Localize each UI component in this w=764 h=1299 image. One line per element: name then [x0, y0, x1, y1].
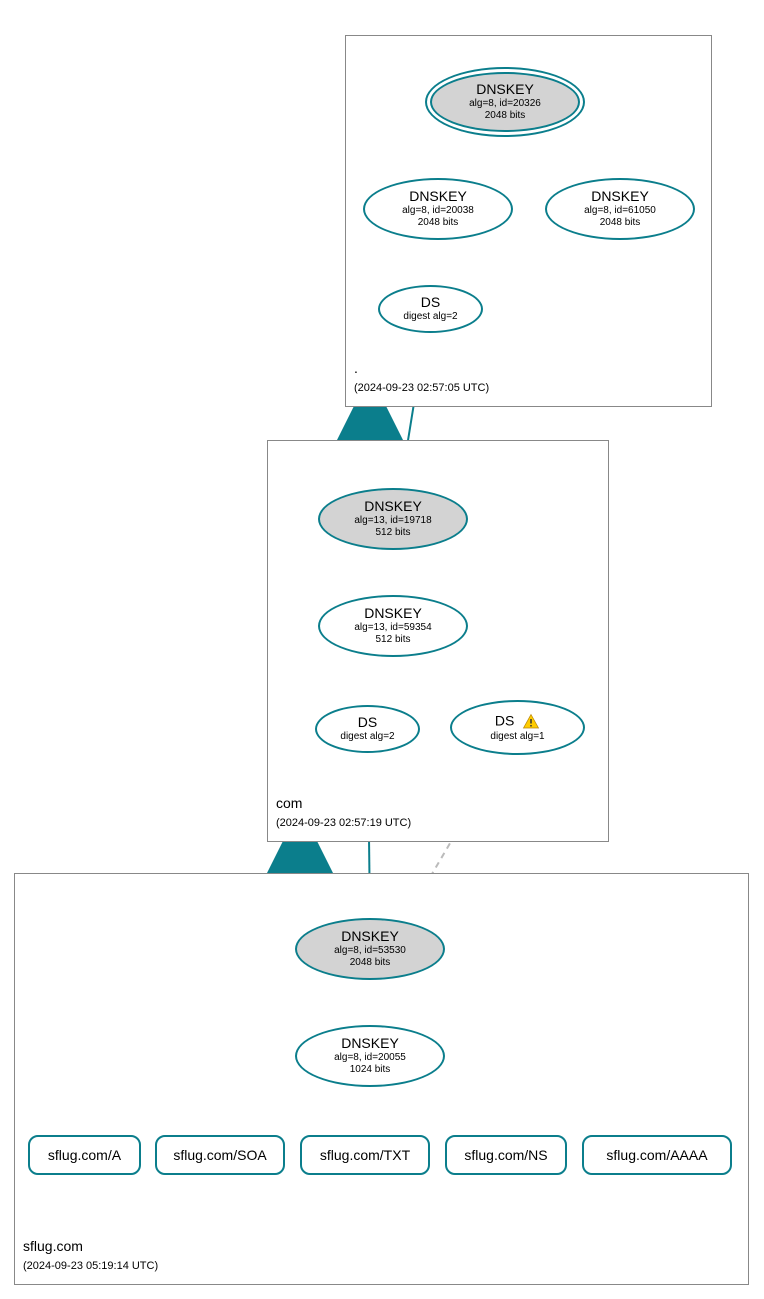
node-sub: alg=8, id=20055	[334, 1052, 406, 1064]
node-com-ds1: DS digest alg=1	[450, 700, 585, 755]
rr-label: sflug.com/A	[48, 1147, 121, 1163]
node-sub: 512 bits	[375, 634, 410, 646]
node-sub: 2048 bits	[418, 217, 459, 229]
rr-txt: sflug.com/TXT	[300, 1135, 430, 1175]
node-title: DNSKEY	[341, 929, 399, 944]
node-sub: alg=8, id=20326	[469, 98, 541, 110]
node-title: DNSKEY	[364, 606, 422, 621]
rr-label: sflug.com/NS	[464, 1147, 547, 1163]
rr-label: sflug.com/TXT	[320, 1147, 410, 1163]
node-title: DS	[421, 295, 440, 310]
rr-label: sflug.com/AAAA	[606, 1147, 707, 1163]
node-sub: alg=8, id=53530	[334, 945, 406, 957]
node-root-ds: DS digest alg=2	[378, 285, 483, 333]
rr-label: sflug.com/SOA	[173, 1147, 266, 1163]
node-root-ksk: DNSKEY alg=8, id=20326 2048 bits	[430, 72, 580, 132]
node-title: DS	[358, 715, 377, 730]
rr-ns: sflug.com/NS	[445, 1135, 567, 1175]
node-title: DS	[495, 713, 540, 731]
node-sub: digest alg=2	[340, 731, 394, 743]
node-sub: digest alg=2	[403, 311, 457, 323]
node-sub: 1024 bits	[350, 1064, 391, 1076]
node-title: DNSKEY	[409, 189, 467, 204]
node-leaf-ksk: DNSKEY alg=8, id=53530 2048 bits	[295, 918, 445, 980]
zone-root-timestamp: (2024-09-23 02:57:05 UTC)	[354, 382, 489, 394]
node-sub: 2048 bits	[485, 110, 526, 122]
node-root-zsk2: DNSKEY alg=8, id=61050 2048 bits	[545, 178, 695, 240]
node-sub: 2048 bits	[600, 217, 641, 229]
node-com-ksk: DNSKEY alg=13, id=19718 512 bits	[318, 488, 468, 550]
node-sub: alg=13, id=59354	[354, 622, 431, 634]
node-sub: 512 bits	[375, 527, 410, 539]
rr-soa: sflug.com/SOA	[155, 1135, 285, 1175]
node-sub: alg=8, id=61050	[584, 205, 656, 217]
node-com-zsk: DNSKEY alg=13, id=59354 512 bits	[318, 595, 468, 657]
zone-com-timestamp: (2024-09-23 02:57:19 UTC)	[276, 817, 411, 829]
zone-com-label: com	[276, 795, 302, 811]
zone-leaf-label: sflug.com	[23, 1238, 83, 1254]
node-title: DNSKEY	[476, 82, 534, 97]
rr-a: sflug.com/A	[28, 1135, 141, 1175]
node-com-ds2: DS digest alg=2	[315, 705, 420, 753]
node-sub: 2048 bits	[350, 957, 391, 969]
node-root-zsk1: DNSKEY alg=8, id=20038 2048 bits	[363, 178, 513, 240]
node-title: DNSKEY	[591, 189, 649, 204]
node-sub: digest alg=1	[490, 731, 544, 743]
node-title: DNSKEY	[341, 1036, 399, 1051]
node-leaf-zsk: DNSKEY alg=8, id=20055 1024 bits	[295, 1025, 445, 1087]
zone-leaf-timestamp: (2024-09-23 05:19:14 UTC)	[23, 1260, 158, 1272]
warning-icon	[522, 713, 540, 731]
zone-root-label: .	[354, 360, 358, 376]
rr-aaaa: sflug.com/AAAA	[582, 1135, 732, 1175]
node-title: DNSKEY	[364, 499, 422, 514]
node-sub: alg=13, id=19718	[354, 515, 431, 527]
node-sub: alg=8, id=20038	[402, 205, 474, 217]
ds-title-text: DS	[495, 712, 514, 728]
